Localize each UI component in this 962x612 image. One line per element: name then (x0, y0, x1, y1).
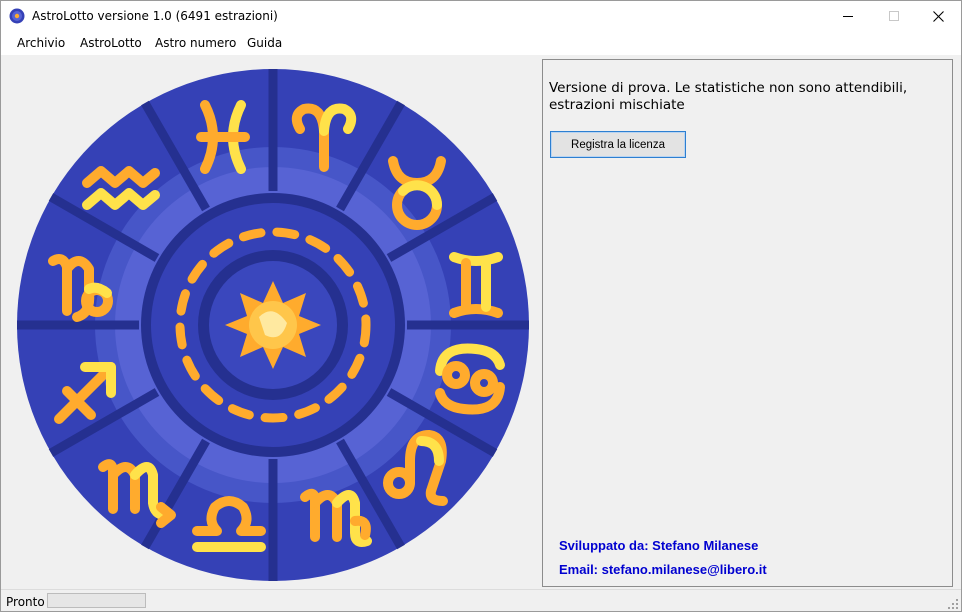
progress-bar (47, 593, 146, 608)
info-panel: Versione di prova. Le statistiche non so… (542, 59, 953, 587)
menu-bar: Archivio AstroLotto Astro numero Guida (1, 31, 961, 55)
maximize-icon (889, 11, 899, 21)
resize-grip-icon[interactable] (948, 599, 958, 609)
status-text: Pronto (6, 595, 45, 609)
minimize-button[interactable] (825, 1, 871, 31)
status-bar: Pronto (1, 589, 961, 611)
title-bar[interactable]: AstroLotto versione 1.0 (6491 estrazioni… (1, 1, 961, 31)
trial-notice: Versione di prova. Le statistiche non so… (549, 80, 908, 113)
window-title: AstroLotto versione 1.0 (6491 estrazioni… (32, 9, 278, 23)
register-license-button[interactable]: Registra la licenza (550, 131, 686, 158)
developer-credit: Sviluppato da: Stefano Milanese (559, 538, 759, 553)
virgo-icon (300, 488, 372, 547)
main-area: Versione di prova. Le statistiche non so… (1, 55, 961, 589)
menu-astrolotto[interactable]: AstroLotto (80, 36, 142, 50)
menu-astro-numero[interactable]: Astro numero (155, 36, 236, 50)
close-icon (932, 10, 944, 22)
developer-email[interactable]: Email: stefano.milanese@libero.it (559, 562, 767, 577)
astro-wheel-icon (9, 8, 25, 24)
maximize-button[interactable] (871, 1, 917, 31)
app-window: AstroLotto versione 1.0 (6491 estrazioni… (0, 0, 962, 612)
close-button[interactable] (915, 1, 961, 31)
menu-archivio[interactable]: Archivio (17, 36, 65, 50)
menu-guida[interactable]: Guida (247, 36, 282, 50)
minimize-icon (843, 16, 853, 17)
zodiac-wheel (17, 69, 529, 581)
